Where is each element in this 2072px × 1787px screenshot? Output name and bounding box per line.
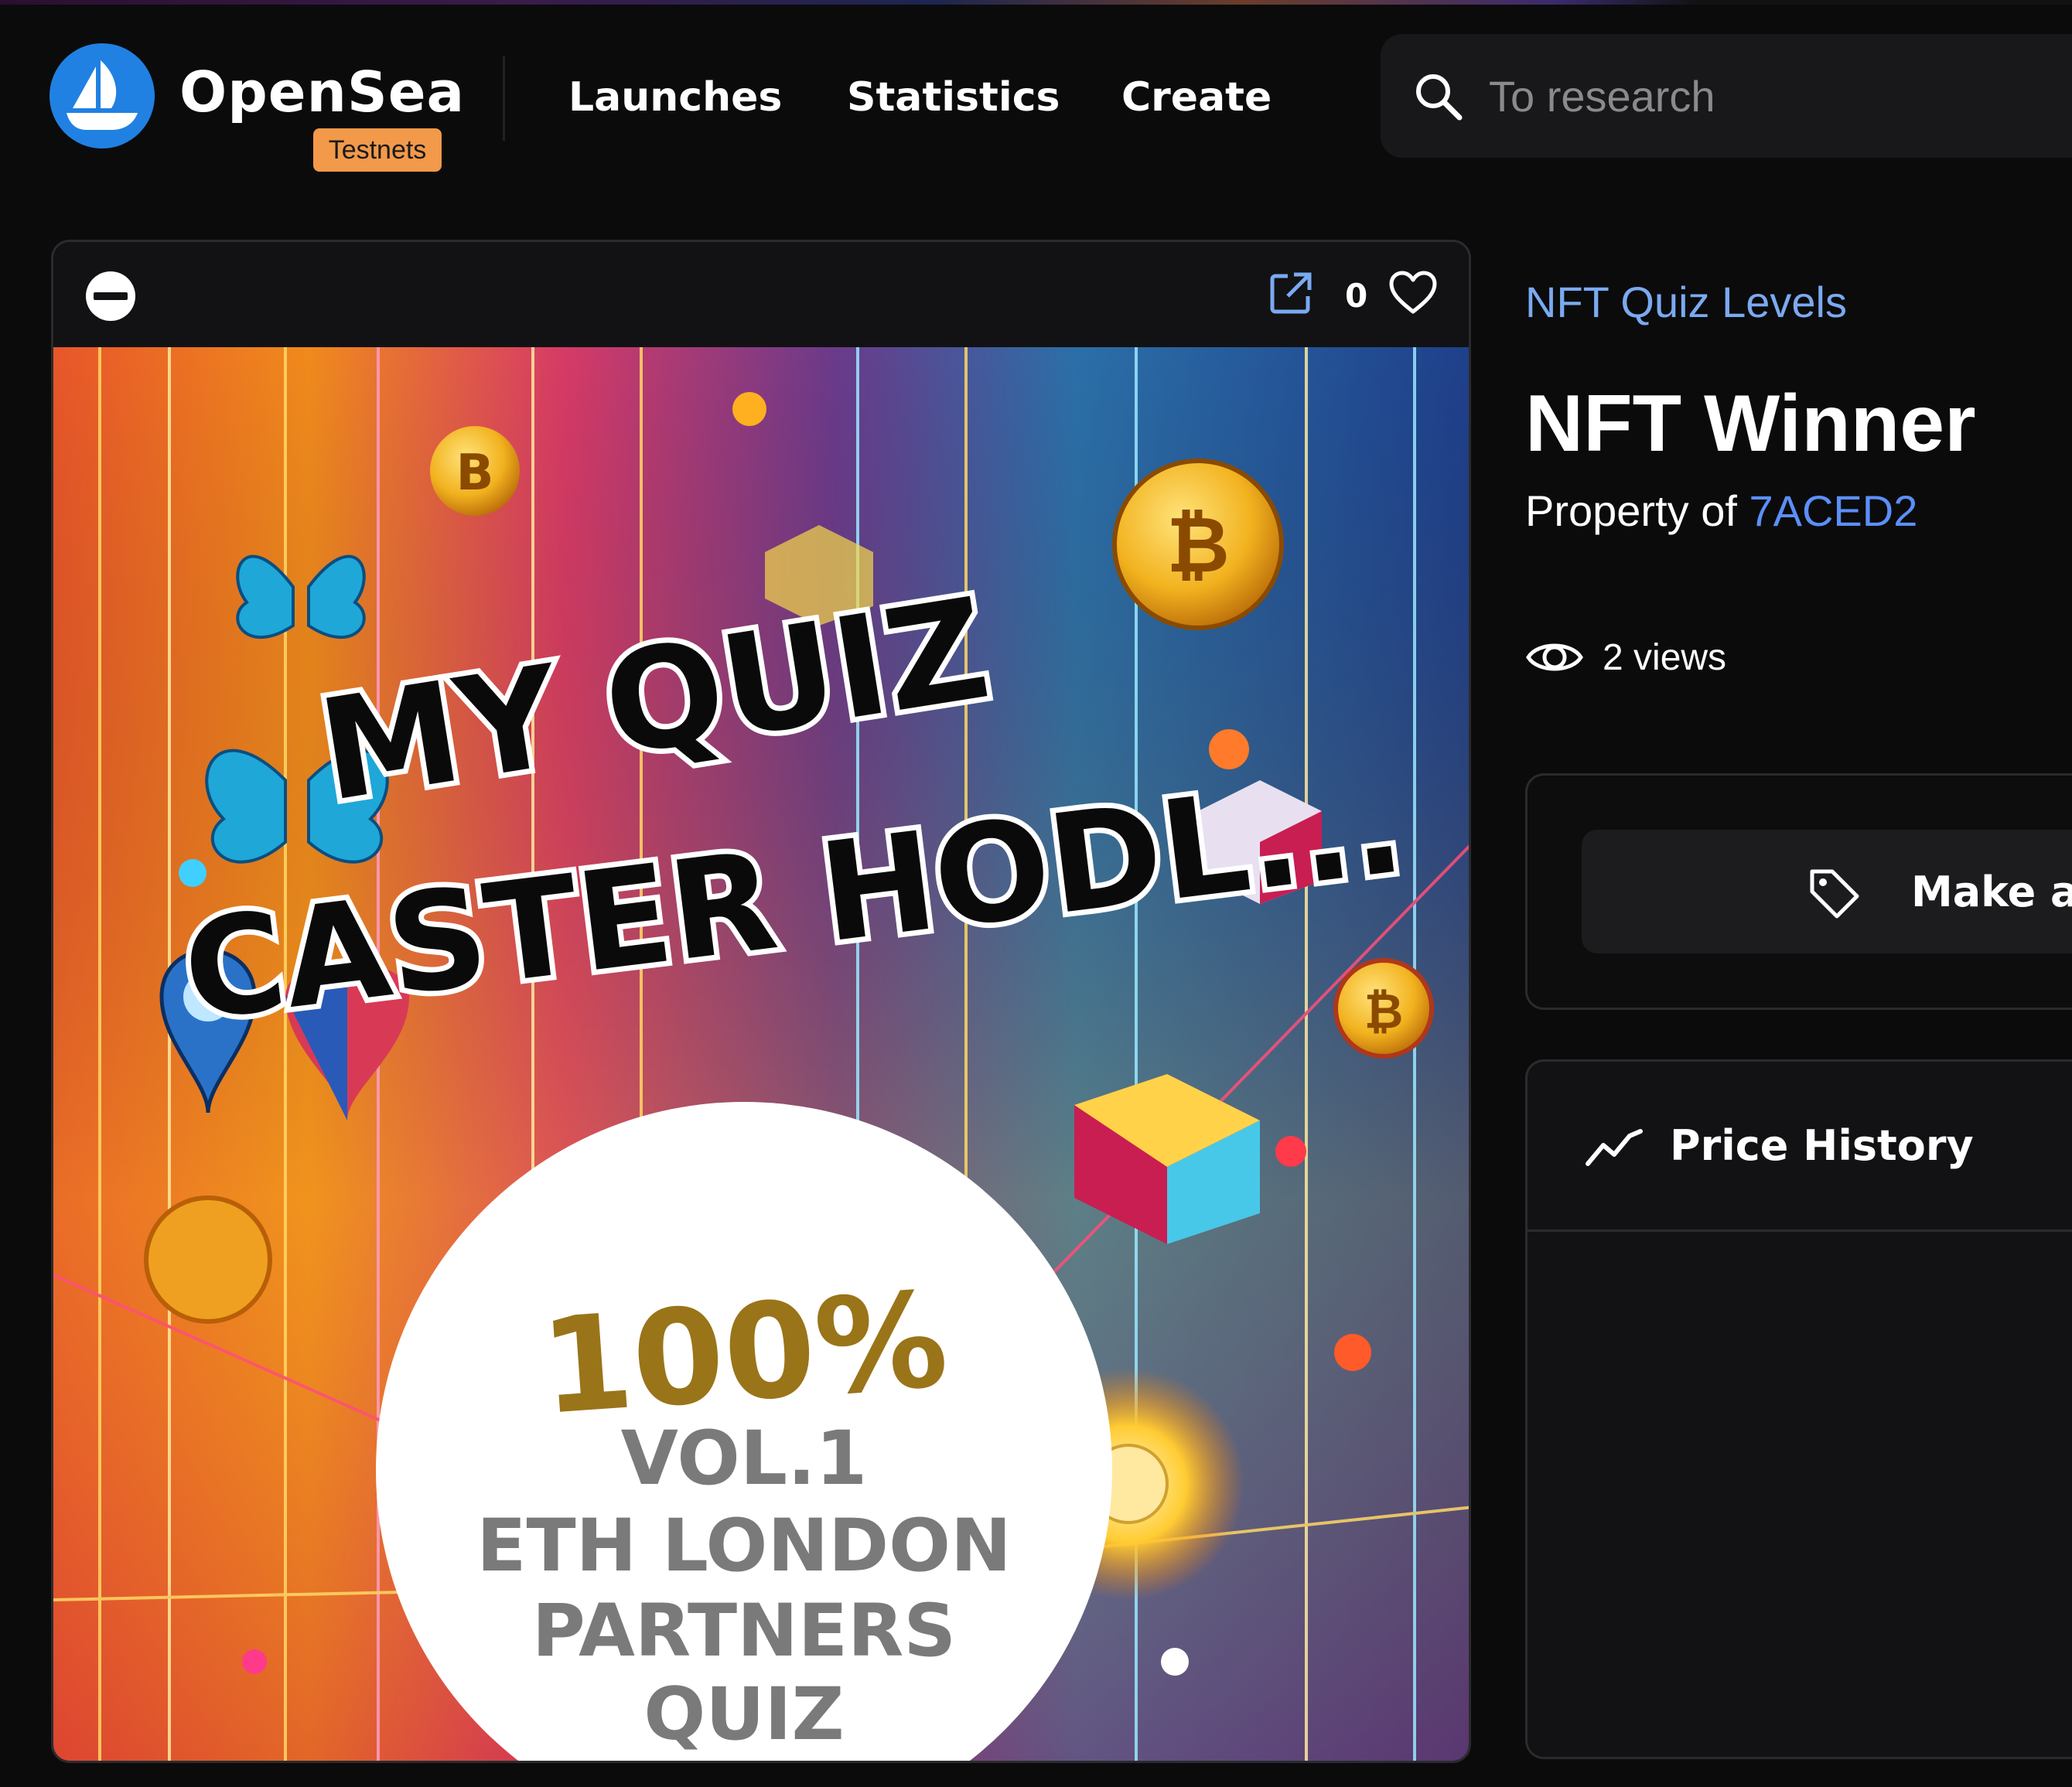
like-count: 0 — [1345, 277, 1368, 315]
price-history-title: Price History — [1670, 1121, 1974, 1170]
offer-panel: Make ar — [1525, 773, 2072, 1010]
item-title: NFT Winner — [1525, 379, 1976, 469]
eye-icon — [1526, 643, 1583, 671]
chain-icon[interactable] — [84, 270, 137, 322]
artwork-line-1: VOL.1 — [621, 1415, 868, 1502]
make-offer-button[interactable]: Make ar — [1582, 830, 2072, 953]
artwork-line-4: QUIZ — [643, 1673, 844, 1757]
owner-line: Property of 7ACED2 — [1525, 484, 1917, 538]
tag-icon — [1810, 869, 1859, 919]
nft-artwork: B ₿ ₿ MY QUIZ CASTER HODL... 100% VOL.1 … — [53, 347, 1469, 1761]
nav-create[interactable]: Create — [1121, 73, 1272, 122]
nav-launches[interactable]: Launches — [568, 73, 782, 122]
heart-icon[interactable] — [1388, 270, 1438, 316]
svg-text:B: B — [456, 445, 494, 502]
site-header: OpenSea Testnets Launches Statistics Cre… — [0, 5, 2072, 182]
boat-icon — [67, 60, 138, 130]
chart-line-icon — [1586, 1129, 1643, 1166]
nft-media-card: 0 B ₿ ₿ MY QUIZ CASTER HODL... 100% VOL.… — [51, 240, 1471, 1763]
testnets-badge: Testnets — [313, 128, 442, 172]
search-bar[interactable] — [1381, 34, 2072, 158]
search-icon — [1416, 74, 1463, 121]
artwork-line-3: PARTNERS — [532, 1589, 956, 1673]
view-count: 2 views — [1603, 637, 1727, 678]
price-history-panel: Price History — [1525, 1059, 2072, 1759]
header-divider — [503, 56, 505, 141]
owner-prefix: Property of — [1525, 486, 1737, 535]
external-link-icon[interactable] — [1268, 270, 1314, 316]
svg-text:₿: ₿ — [1166, 500, 1230, 590]
owner-link[interactable]: 7ACED2 — [1749, 486, 1917, 535]
price-history-header[interactable]: Price History — [1528, 1062, 2072, 1232]
svg-text:₿: ₿ — [1364, 983, 1404, 1039]
make-offer-label: Make ar — [1911, 868, 2072, 916]
search-input[interactable] — [1489, 65, 2046, 127]
artwork-line-2: ETH LONDON — [476, 1504, 1011, 1588]
media-toolbar: 0 — [53, 242, 1469, 347]
brand-name[interactable]: OpenSea — [179, 57, 465, 127]
opensea-logo[interactable] — [49, 43, 155, 148]
nav-statistics[interactable]: Statistics — [847, 73, 1060, 122]
collection-link[interactable]: NFT Quiz Levels — [1525, 275, 1847, 329]
